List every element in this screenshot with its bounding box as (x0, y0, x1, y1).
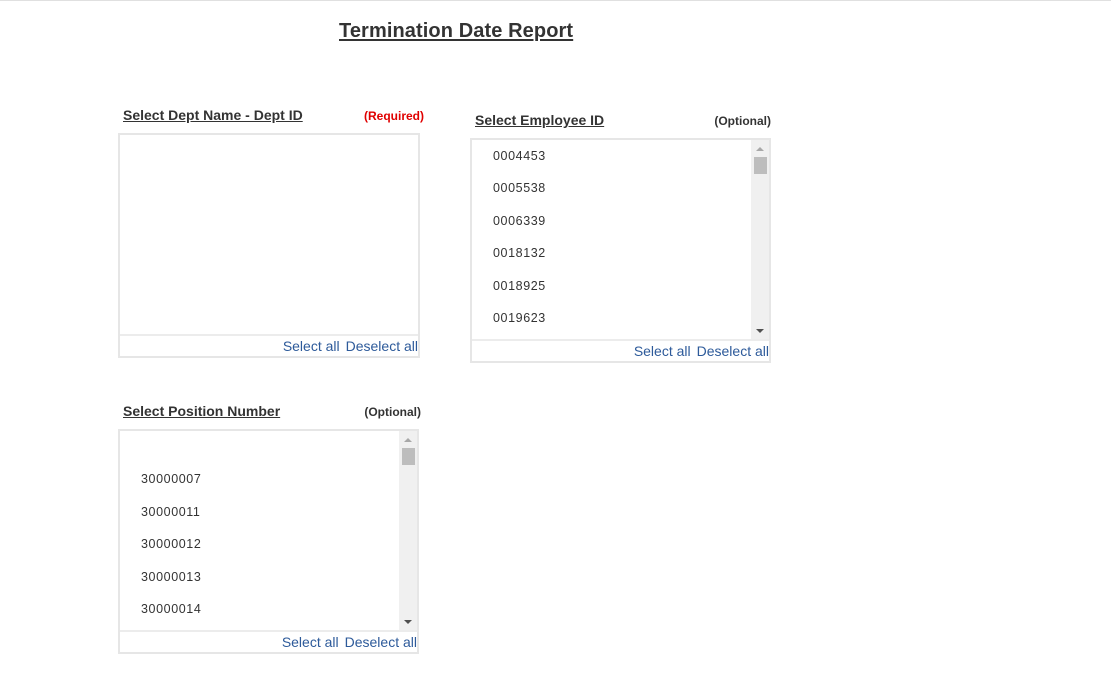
position-list[interactable]: 30000007 30000011 30000012 30000013 3000… (120, 431, 399, 630)
dept-listbox[interactable]: Select all Deselect all (118, 133, 420, 358)
list-item[interactable]: 0019623 (493, 311, 546, 325)
position-select-all-link[interactable]: Select all (282, 634, 339, 650)
employee-panel: Select Employee ID (Optional) 0004453 00… (470, 112, 771, 364)
required-tag: (Required) (364, 109, 424, 123)
list-item[interactable]: 0005538 (493, 181, 546, 195)
position-panel-header: Select Position Number (Optional) (118, 403, 421, 423)
position-panel-label: Select Position Number (123, 403, 281, 419)
list-item[interactable]: 0018132 (493, 246, 546, 260)
list-item[interactable]: 30000012 (141, 537, 201, 551)
optional-tag: (Optional) (364, 405, 421, 419)
scroll-down-arrow-icon[interactable] (404, 620, 412, 624)
position-listbox[interactable]: 30000007 30000011 30000012 30000013 3000… (118, 429, 419, 654)
position-deselect-all-link[interactable]: Deselect all (345, 634, 417, 650)
employee-scrollbar[interactable] (751, 140, 769, 339)
list-item[interactable]: 30000011 (141, 505, 201, 519)
optional-tag: (Optional) (714, 114, 771, 128)
position-footer: Select all Deselect all (120, 630, 417, 652)
employee-panel-header: Select Employee ID (Optional) (470, 112, 771, 132)
scroll-thumb[interactable] (754, 157, 767, 174)
dept-panel: Select Dept Name - Dept ID (Required) Se… (118, 107, 424, 359)
employee-listbox[interactable]: 0004453 0005538 0006339 0018132 0018925 … (470, 138, 771, 363)
employee-panel-label: Select Employee ID (475, 112, 605, 128)
dept-panel-header: Select Dept Name - Dept ID (Required) (118, 107, 424, 127)
dept-footer: Select all Deselect all (120, 334, 418, 356)
employee-select-all-link[interactable]: Select all (634, 343, 691, 359)
list-item[interactable]: 30000013 (141, 570, 201, 584)
dept-deselect-all-link[interactable]: Deselect all (346, 338, 418, 354)
list-item[interactable]: 0006339 (493, 214, 546, 228)
employee-footer: Select all Deselect all (472, 339, 769, 361)
list-item[interactable]: 0018925 (493, 279, 546, 293)
dept-select-all-link[interactable]: Select all (283, 338, 340, 354)
dept-list[interactable] (120, 135, 418, 334)
employee-deselect-all-link[interactable]: Deselect all (697, 343, 769, 359)
scroll-down-arrow-icon[interactable] (756, 329, 764, 333)
scroll-up-arrow-icon[interactable] (756, 147, 764, 151)
list-item[interactable]: 30000014 (141, 602, 201, 616)
employee-list[interactable]: 0004453 0005538 0006339 0018132 0018925 … (472, 140, 751, 339)
list-item[interactable]: 30000007 (141, 472, 201, 486)
scroll-up-arrow-icon[interactable] (404, 438, 412, 442)
position-scrollbar[interactable] (399, 431, 417, 630)
page-title: Termination Date Report (339, 20, 574, 42)
dept-panel-label: Select Dept Name - Dept ID (123, 107, 303, 123)
position-panel: Select Position Number (Optional) 300000… (118, 403, 421, 655)
scroll-thumb[interactable] (402, 448, 415, 465)
list-item[interactable]: 0004453 (493, 149, 546, 163)
